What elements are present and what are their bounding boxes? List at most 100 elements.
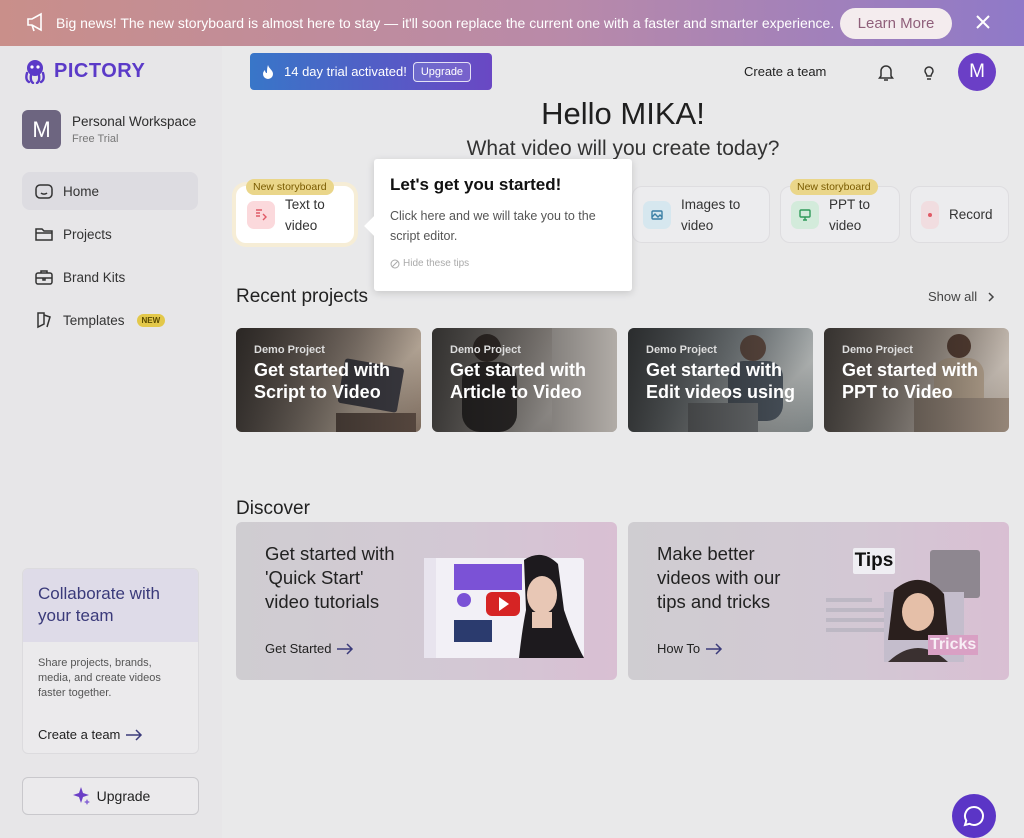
lightbulb-icon[interactable]: [919, 62, 939, 82]
project-tag: Demo Project: [646, 344, 717, 356]
workspace-plan: Free Trial: [72, 133, 119, 145]
project-card[interactable]: Demo Project Get started with Script to …: [236, 328, 421, 432]
project-tag: Demo Project: [842, 344, 913, 356]
new-storyboard-badge: New storyboard: [246, 179, 334, 195]
trial-upgrade-button[interactable]: Upgrade: [412, 61, 472, 82]
sidebar-item-label: Home: [63, 183, 100, 199]
how-to-link[interactable]: How To: [657, 641, 723, 656]
hide-icon: [390, 259, 400, 268]
card-label-line2: video: [285, 217, 318, 233]
banner-message: Big news! The new storyboard is almost h…: [56, 15, 835, 31]
bell-icon[interactable]: [876, 62, 896, 82]
user-avatar[interactable]: M: [958, 53, 996, 91]
tooltip-title: Let's get you started!: [390, 175, 562, 194]
discover-card-quick-start[interactable]: Get started with 'Quick Start' video tut…: [236, 522, 617, 680]
project-title: Get started with Article to Video: [450, 360, 587, 402]
discover-card-title: Make better videos with our tips and tri…: [657, 543, 781, 612]
discover-card-tips[interactable]: Make better videos with our tips and tri…: [628, 522, 1009, 680]
tricks-art-label: Tricks: [928, 635, 979, 655]
sidebar: PICTORY M Personal Workspace Free Trial …: [0, 46, 222, 838]
workspace-name: Personal Workspace: [72, 114, 197, 129]
card-label-line1: Images to: [681, 196, 741, 212]
collaborate-description: Share projects, brands, media, and creat…: [38, 657, 161, 699]
onboarding-tooltip: Let's get you started! Click here and we…: [374, 159, 632, 291]
show-all-label: Show all: [928, 289, 978, 304]
home-icon: [35, 184, 53, 199]
record-icon: [921, 200, 939, 229]
collaborate-title: Collaborate with your team: [38, 584, 160, 625]
get-started-link[interactable]: Get Started: [265, 641, 354, 656]
project-tag: Demo Project: [254, 344, 325, 356]
megaphone-icon: [27, 12, 42, 32]
text-to-video-icon: [247, 200, 275, 229]
sidebar-item-label: Brand Kits: [63, 269, 126, 285]
chat-launcher-button[interactable]: [952, 794, 996, 838]
discover-title: Discover: [236, 498, 310, 519]
workspace-switcher[interactable]: M Personal Workspace Free Trial: [22, 110, 196, 149]
briefcase-icon: [35, 270, 53, 285]
hide-tips-label: Hide these tips: [403, 258, 470, 269]
images-to-video-card[interactable]: Images to video: [632, 186, 770, 243]
trial-text: 14 day trial activated!: [284, 64, 407, 79]
workspace-avatar: M: [22, 110, 61, 149]
folder-icon: [35, 228, 53, 241]
tooltip-body: Click here and we will take you to the s…: [390, 209, 596, 243]
announcement-banner: Big news! The new storyboard is almost h…: [0, 0, 1024, 46]
upgrade-label: Upgrade: [96, 788, 151, 804]
card-label-line1: Text to: [285, 196, 325, 212]
project-title: Get started with Script to Video: [254, 360, 391, 402]
sparkle-icon: [72, 787, 90, 805]
create-team-button[interactable]: Create a team: [744, 64, 826, 79]
tutorial-thumbnail-image: [424, 554, 584, 658]
project-card[interactable]: Demo Project Get started with PPT to Vid…: [824, 328, 1009, 432]
logo[interactable]: PICTORY: [22, 58, 145, 84]
ppt-to-video-card[interactable]: New storyboard PPT to video: [780, 179, 900, 243]
show-all-link[interactable]: Show all: [928, 289, 997, 304]
arrow-right-icon: [337, 642, 354, 655]
project-title: Get started with PPT to Video: [842, 360, 979, 402]
new-badge: NEW: [136, 313, 166, 327]
chevron-right-icon: [988, 291, 995, 302]
sidebar-upgrade-button[interactable]: Upgrade: [22, 777, 199, 815]
collaborate-card: Collaborate with your team Share project…: [22, 568, 199, 754]
new-storyboard-badge: New storyboard: [790, 179, 878, 195]
arrow-right-icon: [126, 728, 143, 741]
sidebar-item-label: Projects: [63, 226, 112, 242]
flame-icon: [263, 64, 273, 79]
create-team-link-label: Create a team: [38, 727, 121, 742]
arrow-right-icon: [706, 642, 723, 655]
project-title: Get started with Edit videos using: [646, 360, 796, 402]
ppt-icon: [791, 200, 819, 229]
card-label-line2: video: [681, 217, 714, 233]
card-label: Record: [949, 207, 993, 222]
sidebar-item-projects[interactable]: Projects: [22, 215, 198, 253]
learn-more-button[interactable]: Learn More: [840, 8, 952, 39]
sidebar-item-label: Templates: [63, 312, 125, 328]
sidebar-nav: Home Projects Brand Kits Templates NEW: [22, 172, 198, 344]
discover-card-title: Get started with 'Quick Start' video tut…: [265, 543, 395, 612]
hide-tips-link[interactable]: Hide these tips: [390, 258, 616, 269]
recent-projects-title: Recent projects: [236, 286, 369, 307]
page-title: Hello MIKA!: [541, 96, 705, 131]
sidebar-item-home[interactable]: Home: [22, 172, 198, 210]
project-tag: Demo Project: [450, 344, 521, 356]
chat-icon: [963, 805, 984, 827]
get-started-label: Get Started: [265, 641, 332, 656]
templates-icon: [37, 312, 51, 329]
record-card[interactable]: Record: [910, 186, 1009, 243]
how-to-label: How To: [657, 641, 701, 656]
project-card[interactable]: Demo Project Get started with Article to…: [432, 328, 617, 432]
card-label-line1: PPT to: [829, 196, 871, 212]
project-card[interactable]: Demo Project Get started with Edit video…: [628, 328, 813, 432]
sidebar-item-brand-kits[interactable]: Brand Kits: [22, 258, 198, 296]
text-to-video-card[interactable]: New storyboard Text to video: [236, 179, 354, 243]
create-team-link[interactable]: Create a team: [38, 727, 143, 742]
trial-banner: 14 day trial activated! Upgrade: [250, 53, 492, 90]
card-label-line2: video: [829, 217, 862, 233]
images-icon: [643, 200, 671, 229]
logo-text: PICTORY: [54, 59, 146, 82]
octopus-logo-icon: [25, 60, 45, 84]
sidebar-item-templates[interactable]: Templates NEW: [22, 301, 198, 339]
close-icon[interactable]: [974, 13, 992, 31]
page-subtitle: What video will you create today?: [466, 137, 780, 160]
